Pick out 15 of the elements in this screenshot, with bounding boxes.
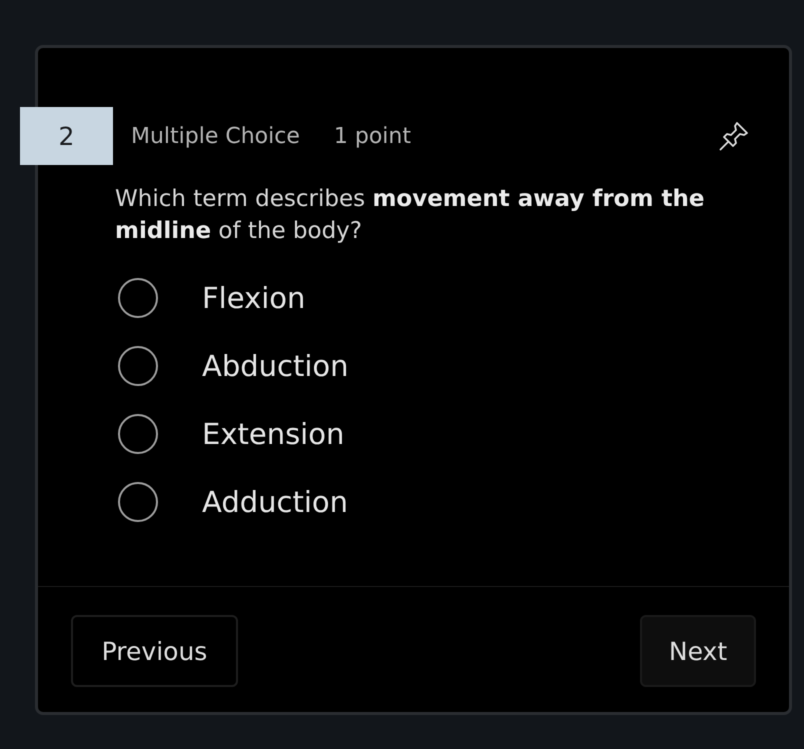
option-label[interactable]: Adduction xyxy=(202,485,348,519)
question-points: 1 point xyxy=(334,124,411,148)
next-button[interactable]: Next xyxy=(640,615,756,687)
option-label[interactable]: Extension xyxy=(202,417,344,451)
question-type: Multiple Choice xyxy=(131,124,300,148)
option-label[interactable]: Abduction xyxy=(202,349,349,383)
previous-button[interactable]: Previous xyxy=(71,615,238,687)
option-label[interactable]: Flexion xyxy=(202,281,306,315)
radio-button[interactable] xyxy=(118,346,158,386)
pin-icon[interactable] xyxy=(719,121,749,151)
question-text: Which term describes movement away from the midline of the body? xyxy=(115,185,706,246)
radio-button[interactable] xyxy=(118,414,158,454)
radio-button[interactable] xyxy=(118,482,158,522)
radio-button[interactable] xyxy=(118,278,158,318)
question-number: 2 xyxy=(20,107,113,165)
